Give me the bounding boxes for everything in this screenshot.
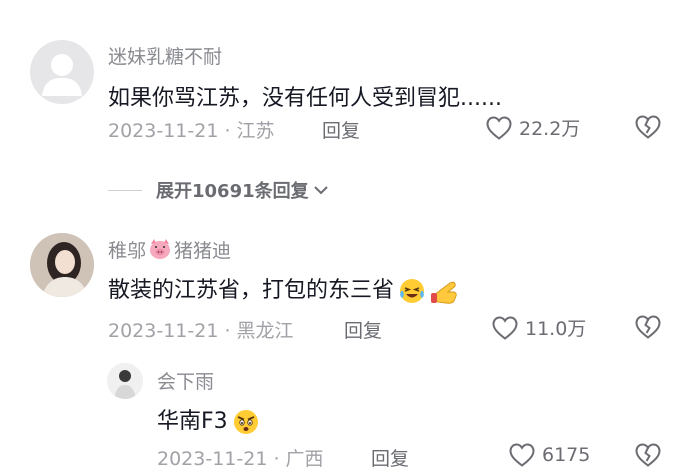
comment-text: 华南F3 <box>157 403 260 436</box>
like-count: 22.2万 <box>519 118 581 140</box>
comment-text-body: 散装的江苏省，打包的东三省 <box>108 278 395 303</box>
laughing-crying-icon <box>400 279 425 303</box>
comment-text: 如果你骂江苏，没有任何人受到冒犯...... <box>108 86 502 111</box>
reply-button[interactable]: 回复 <box>322 116 360 143</box>
heart-outline-icon <box>509 443 535 467</box>
broken-heart-icon <box>635 115 661 139</box>
heart-outline-icon <box>486 115 512 140</box>
avatar[interactable] <box>30 233 94 297</box>
username[interactable]: 稚邬 猪猪迪 <box>108 236 231 263</box>
broken-heart-icon <box>635 443 661 467</box>
username-suffix: 猪猪迪 <box>174 240 232 262</box>
reply-avatar-image <box>107 363 143 399</box>
angry-face-icon <box>233 410 258 434</box>
dislike-button[interactable] <box>634 114 662 144</box>
avatar[interactable] <box>30 40 94 104</box>
username[interactable]: 会下雨 <box>157 367 214 394</box>
divider-line <box>108 189 142 191</box>
like-button[interactable]: 6175 <box>508 442 590 468</box>
avatar[interactable] <box>107 363 143 399</box>
reply-button[interactable]: 回复 <box>371 444 409 471</box>
comment-meta: 2023-11-21 · 黑龙江 <box>108 320 294 342</box>
comment-meta: 2023-11-21 · 广西 <box>157 448 324 470</box>
username[interactable]: 迷妹乳糖不耐 <box>108 42 222 69</box>
comment-text-body: 华南F3 <box>157 409 228 434</box>
like-button[interactable]: 11.0万 <box>491 314 586 341</box>
dislike-button[interactable] <box>634 314 662 344</box>
expand-replies-label: 展开10691条回复 <box>156 181 309 202</box>
like-count: 6175 <box>542 444 591 466</box>
default-avatar-icon <box>42 54 82 96</box>
portrait-avatar-image <box>30 233 94 297</box>
broken-heart-icon <box>635 315 661 339</box>
username-name: 稚邬 <box>108 240 147 262</box>
pig-face-icon <box>150 239 171 259</box>
comment-meta: 2023-11-21 · 江苏 <box>108 120 275 142</box>
dislike-button[interactable] <box>634 442 662 472</box>
expand-replies-button[interactable]: 展开10691条回复 <box>108 177 330 203</box>
heart-outline-icon <box>492 315 518 340</box>
like-button[interactable]: 22.2万 <box>485 114 580 141</box>
chevron-down-icon <box>313 186 328 195</box>
comment-text: 散装的江苏省，打包的东三省 <box>108 272 460 305</box>
pointing-hand-icon <box>431 281 457 304</box>
like-count: 11.0万 <box>525 318 587 340</box>
reply-button[interactable]: 回复 <box>344 316 382 343</box>
